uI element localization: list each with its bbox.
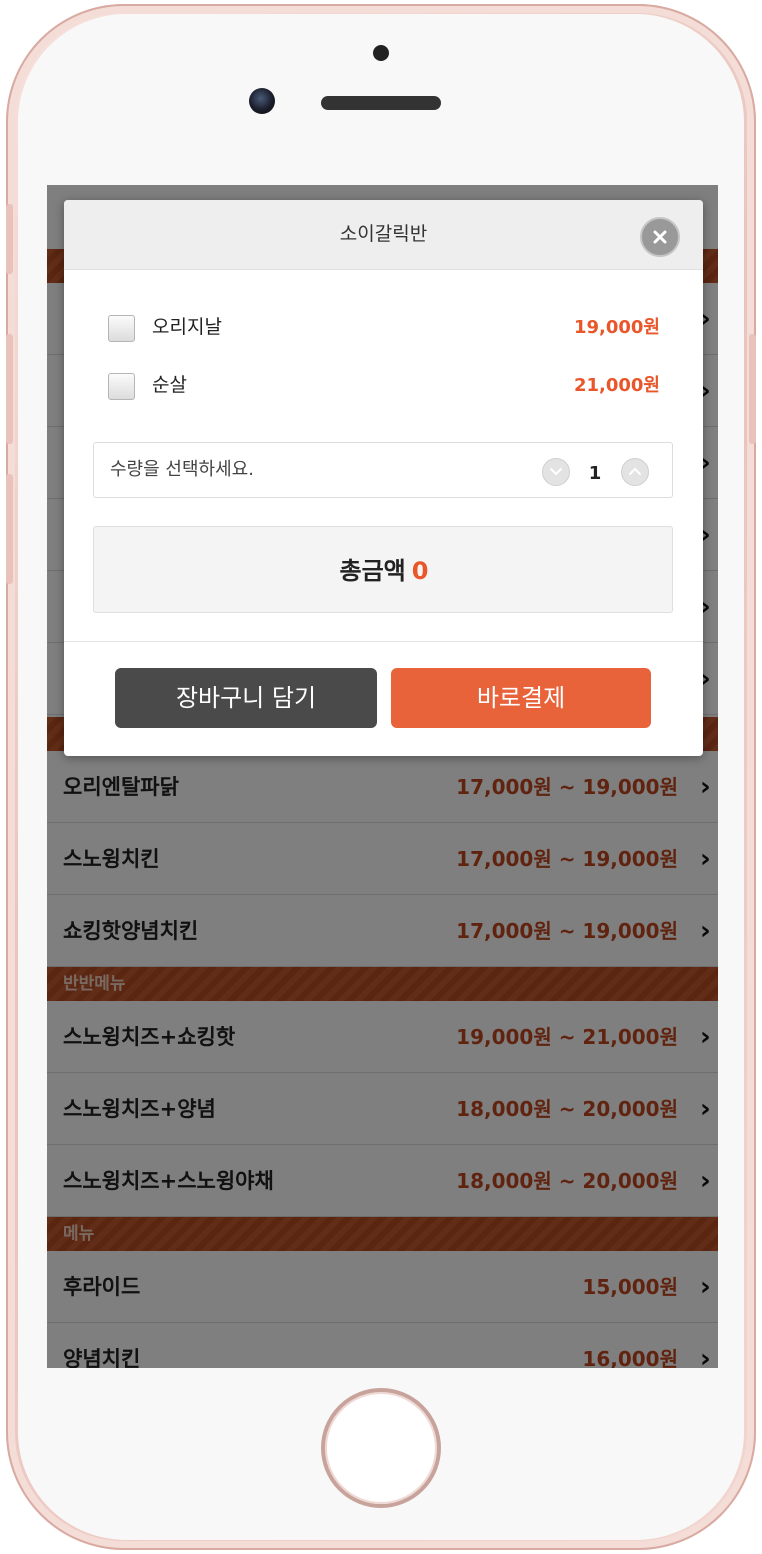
quantity-stepper: 수량을 선택하세요. 1 xyxy=(93,442,673,498)
total-value: 0 xyxy=(411,557,429,585)
volume-up-button xyxy=(6,334,13,444)
close-icon xyxy=(653,230,667,244)
home-button[interactable] xyxy=(321,1388,441,1508)
option-row[interactable]: 순살 21,000원 xyxy=(108,370,660,404)
add-to-cart-button[interactable]: 장바구니 담기 xyxy=(115,668,377,728)
chevron-up-icon xyxy=(629,467,641,475)
option-price: 19,000원 xyxy=(573,317,660,338)
mute-switch xyxy=(6,204,13,274)
power-button xyxy=(749,334,756,444)
option-price: 21,000원 xyxy=(573,375,660,396)
quantity-increase-button[interactable] xyxy=(621,458,649,486)
buy-now-button[interactable]: 바로결제 xyxy=(391,668,651,728)
total-amount: 총금액 0 xyxy=(94,527,674,615)
option-checkbox[interactable] xyxy=(108,373,135,400)
dialog-divider xyxy=(64,641,703,642)
option-checkbox[interactable] xyxy=(108,315,135,342)
quantity-label: 수량을 선택하세요. xyxy=(110,459,254,480)
option-label: 순살 xyxy=(152,374,187,396)
total-label: 총금액 xyxy=(339,557,406,585)
chevron-down-icon xyxy=(550,468,562,476)
option-label: 오리지날 xyxy=(152,316,222,338)
option-row[interactable]: 오리지날 19,000원 xyxy=(108,312,660,346)
quantity-value: 1 xyxy=(588,463,602,484)
proximity-sensor xyxy=(373,45,389,61)
front-camera-icon xyxy=(249,88,275,114)
quantity-decrease-button[interactable] xyxy=(542,458,570,486)
close-button[interactable] xyxy=(640,217,680,257)
option-dialog: 소이갈릭반 오리지날 19,000원 순살 21,000원 수량을 선택하세요.… xyxy=(64,200,703,756)
earpiece-speaker xyxy=(321,96,441,110)
volume-down-button xyxy=(6,474,13,584)
dialog-title: 소이갈릭반 xyxy=(339,223,428,245)
total-amount-box: 총금액 0 xyxy=(93,526,673,613)
dialog-header: 소이갈릭반 xyxy=(64,200,703,270)
